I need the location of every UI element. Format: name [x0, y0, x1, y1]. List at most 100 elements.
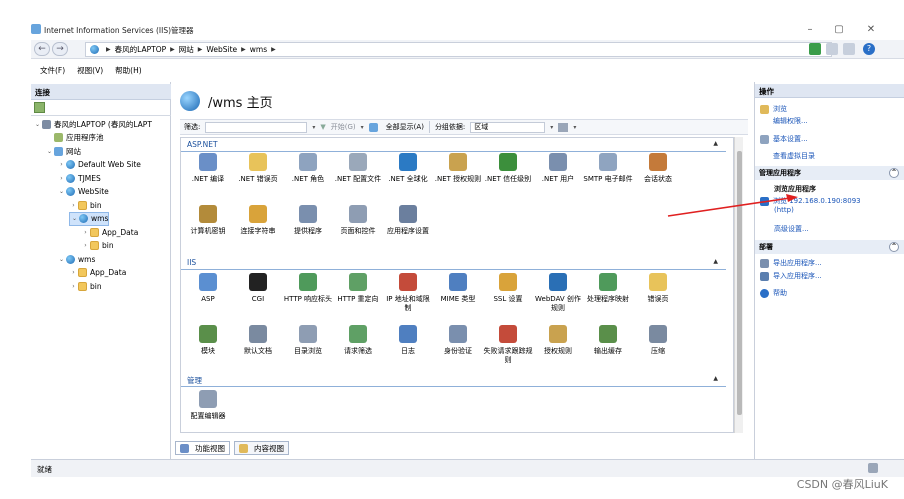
- feature-tile[interactable]: 连接字符串: [233, 205, 283, 255]
- feature-tile[interactable]: .NET 错误页: [233, 153, 283, 203]
- collapse-toggle-icon[interactable]: ›: [69, 269, 78, 276]
- scrollbar-thumb[interactable]: [737, 151, 742, 415]
- collapse-toggle-icon[interactable]: ›: [57, 161, 66, 168]
- feature-tile[interactable]: HTTP 响应标头: [283, 273, 333, 323]
- tree-item[interactable]: › bin: [69, 198, 102, 212]
- deploy-header[interactable]: 部署 ^: [755, 240, 904, 254]
- collapse-group-icon[interactable]: ▲: [713, 140, 718, 147]
- breadcrumb-item[interactable]: 网站: [179, 44, 194, 55]
- tab-content-view[interactable]: 内容视图: [234, 441, 289, 455]
- feature-tile[interactable]: HTTP 重定向: [333, 273, 383, 323]
- feature-tile[interactable]: 页面和控件: [333, 205, 383, 255]
- collapse-toggle-icon[interactable]: ›: [81, 229, 90, 236]
- collapse-toggle-icon[interactable]: ›: [69, 202, 78, 209]
- breadcrumb-item[interactable]: WebSite: [206, 45, 237, 54]
- menu-file[interactable]: 文件(F): [40, 65, 65, 76]
- menu-view[interactable]: 视图(V): [77, 65, 103, 76]
- basic-settings-link[interactable]: 基本设置...: [760, 134, 808, 144]
- collapse-toggle-icon[interactable]: ›: [57, 175, 66, 182]
- tree-item[interactable]: ⌄ 网站: [45, 144, 81, 158]
- collapse-icon[interactable]: ^: [889, 242, 899, 252]
- tree-item[interactable]: › Default Web Site: [57, 158, 141, 172]
- feature-tile[interactable]: 错误页: [633, 273, 683, 323]
- feature-tile[interactable]: .NET 全球化: [383, 153, 433, 203]
- tree-item[interactable]: › bin: [81, 239, 114, 253]
- tree-item[interactable]: › TJMES: [57, 171, 101, 185]
- group-by-select[interactable]: 区域: [470, 121, 546, 133]
- maximize-button[interactable]: ▢: [832, 23, 846, 37]
- collapse-toggle-icon[interactable]: ›: [69, 283, 78, 290]
- feature-tile[interactable]: .NET 用户: [533, 153, 583, 203]
- explore-link[interactable]: 浏览: [760, 104, 787, 114]
- feature-tile[interactable]: 请求筛选: [333, 325, 383, 375]
- print-icon[interactable]: [843, 43, 855, 55]
- dropdown-arrow-icon[interactable]: ▾: [361, 124, 364, 131]
- tree-item[interactable]: › App_Data: [69, 266, 126, 280]
- dropdown-arrow-icon[interactable]: ▾: [573, 124, 576, 131]
- feature-tile[interactable]: 压缩: [633, 325, 683, 375]
- tree-item[interactable]: ⌄ wms: [69, 211, 110, 226]
- breadcrumb-item[interactable]: wms: [250, 45, 267, 54]
- back-button[interactable]: ←: [34, 42, 50, 56]
- feature-tile[interactable]: 配置编辑器: [183, 390, 233, 432]
- manage-app-header[interactable]: 管理应用程序 ^: [755, 166, 904, 180]
- group-header[interactable]: 管理 ▲: [181, 375, 726, 387]
- dropdown-arrow-icon[interactable]: ▾: [550, 124, 553, 131]
- tree-item[interactable]: ⌄ 春风的LAPTOP (春风的LAPT: [33, 117, 152, 131]
- feature-tile[interactable]: 目录浏览: [283, 325, 333, 375]
- feature-tile[interactable]: .NET 信任级别: [483, 153, 533, 203]
- tree-item[interactable]: › App_Data: [81, 225, 138, 239]
- breadcrumb[interactable]: ▶ 春风的LAPTOP ▶ 网站 ▶ WebSite ▶ wms ▶: [85, 42, 832, 57]
- mail-icon[interactable]: [826, 43, 838, 55]
- forward-button[interactable]: →: [52, 42, 68, 56]
- feature-tile[interactable]: 日志: [383, 325, 433, 375]
- view-vdirs-link[interactable]: 查看虚拟目录: [773, 151, 815, 161]
- tree-item[interactable]: ⌄ wms: [57, 252, 95, 266]
- collapse-toggle-icon[interactable]: ›: [81, 242, 90, 249]
- tree-item[interactable]: › bin: [69, 279, 102, 293]
- feature-tile[interactable]: .NET 编译: [183, 153, 233, 203]
- show-all-button[interactable]: 全部显示(A): [386, 122, 424, 132]
- collapse-group-icon[interactable]: ▲: [713, 258, 718, 265]
- view-mode-icon[interactable]: [558, 122, 569, 132]
- collapse-icon[interactable]: ^: [889, 168, 899, 178]
- tree-item[interactable]: 应用程序池: [45, 131, 104, 145]
- feature-tile[interactable]: 处理程序映射: [583, 273, 633, 323]
- export-app-link[interactable]: 导出应用程序...: [760, 258, 822, 268]
- feature-tile[interactable]: SMTP 电子邮件: [583, 153, 633, 203]
- feature-tile[interactable]: MIME 类型: [433, 273, 483, 323]
- start-page-icon[interactable]: [34, 102, 45, 113]
- close-button[interactable]: ✕: [864, 23, 878, 37]
- dropdown-arrow-icon[interactable]: ▾: [312, 124, 315, 131]
- tree-item[interactable]: ⌄ WebSite: [57, 185, 109, 199]
- menu-help[interactable]: 帮助(H): [115, 65, 142, 76]
- feature-tile[interactable]: 会话状态: [633, 153, 683, 203]
- feature-tile[interactable]: 输出缓存: [583, 325, 633, 375]
- feature-tile[interactable]: 失败请求跟踪规则: [483, 325, 533, 375]
- feature-tile[interactable]: CGI: [233, 273, 283, 323]
- feature-tile[interactable]: 默认文档: [233, 325, 283, 375]
- start-button[interactable]: 开始(G): [331, 122, 356, 132]
- expand-icon[interactable]: ⌄: [45, 148, 54, 155]
- feature-tile[interactable]: 应用程序设置: [383, 205, 433, 255]
- minimize-button[interactable]: –: [803, 23, 817, 37]
- vertical-scrollbar[interactable]: [734, 137, 743, 433]
- feature-tile[interactable]: .NET 授权规则: [433, 153, 483, 203]
- import-app-link[interactable]: 导入应用程序...: [760, 271, 822, 281]
- browse-url-protocol[interactable]: (http): [774, 206, 794, 214]
- help-icon[interactable]: ?: [863, 43, 875, 55]
- advanced-settings-link[interactable]: 高级设置...: [774, 224, 809, 234]
- expand-icon[interactable]: ⌄: [57, 256, 66, 263]
- edit-permissions-link[interactable]: 编辑权限...: [773, 116, 808, 126]
- feature-tile[interactable]: 计算机密钥: [183, 205, 233, 255]
- expand-icon[interactable]: ⌄: [70, 215, 79, 222]
- group-header[interactable]: ASP.NET ▲: [181, 140, 726, 152]
- expand-icon[interactable]: ⌄: [33, 121, 42, 128]
- feature-tile[interactable]: 身份验证: [433, 325, 483, 375]
- group-header[interactable]: IIS ▲: [181, 258, 726, 270]
- server-status-icon[interactable]: [809, 43, 821, 55]
- help-link[interactable]: 帮助: [760, 288, 787, 298]
- feature-tile[interactable]: .NET 配置文件: [333, 153, 383, 203]
- feature-tile[interactable]: IP 地址和域限制: [383, 273, 433, 323]
- feature-tile[interactable]: 授权规则: [533, 325, 583, 375]
